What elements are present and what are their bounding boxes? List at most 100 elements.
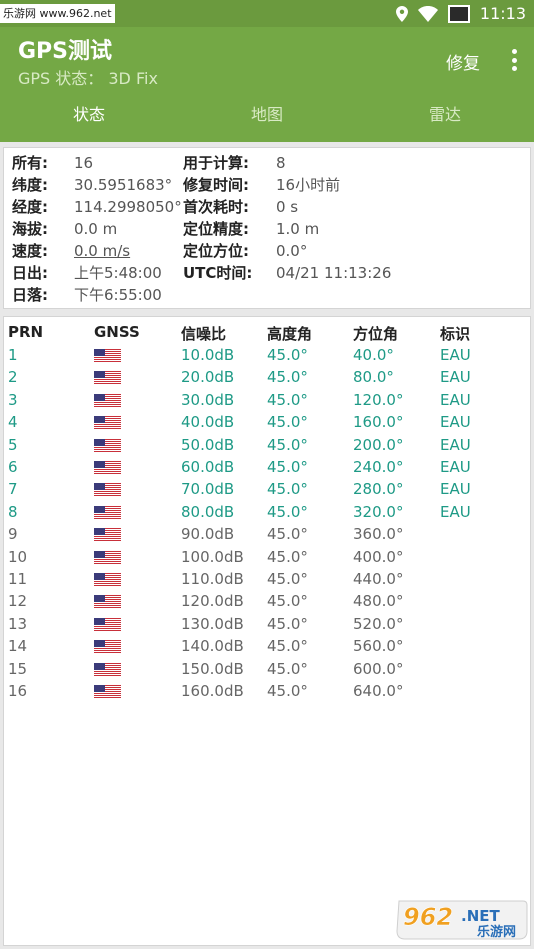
us-flag-icon bbox=[94, 438, 121, 453]
flags-cell: EAU bbox=[440, 368, 471, 387]
header-gnss: GNSS bbox=[94, 323, 140, 341]
tab-radar[interactable]: 雷达 bbox=[356, 97, 534, 139]
table-row: 7 70.0dB 45.0° 280.0° EAU bbox=[4, 478, 530, 500]
us-flag-icon bbox=[94, 662, 121, 677]
location-icon bbox=[395, 5, 408, 22]
prn-cell: 5 bbox=[8, 435, 18, 454]
flags-cell: EAU bbox=[440, 502, 471, 521]
us-flag-icon bbox=[94, 595, 121, 610]
elevation-cell: 45.0° bbox=[267, 570, 308, 588]
prn-cell: 4 bbox=[8, 413, 18, 432]
table-row: 16 160.0dB 45.0° 640.0° bbox=[4, 680, 530, 702]
table-row: 12 120.0dB 45.0° 480.0° bbox=[4, 590, 530, 612]
latitude-label: 纬度: bbox=[12, 176, 48, 194]
elevation-cell: 45.0° bbox=[267, 525, 308, 544]
fix-time-value: 16小时前 bbox=[276, 176, 341, 194]
table-row: 11 110.0dB 45.0° 440.0° bbox=[4, 568, 530, 590]
sunset-value: 下午6:55:00 bbox=[74, 286, 162, 304]
us-flag-icon bbox=[94, 617, 121, 632]
prn-cell: 6 bbox=[8, 458, 18, 476]
prn-cell: 2 bbox=[8, 368, 18, 387]
elevation-cell: 45.0° bbox=[267, 390, 308, 409]
sunset-label: 日落: bbox=[12, 286, 48, 304]
ttff-value: 0 s bbox=[276, 198, 299, 216]
logo-caption: 乐游网 bbox=[477, 924, 516, 940]
snr-cell: 90.0dB bbox=[181, 525, 235, 544]
more-options-icon[interactable] bbox=[510, 49, 518, 71]
fix-button[interactable]: 修复 bbox=[446, 49, 480, 74]
header-prn: PRN bbox=[8, 323, 44, 341]
snr-cell: 70.0dB bbox=[181, 480, 235, 499]
snr-cell: 40.0dB bbox=[181, 413, 235, 432]
tab-map[interactable]: 地图 bbox=[178, 97, 356, 139]
elevation-cell: 45.0° bbox=[267, 614, 308, 633]
snr-cell: 50.0dB bbox=[181, 435, 235, 454]
prn-cell: 12 bbox=[8, 592, 28, 611]
azimuth-cell: 200.0° bbox=[353, 435, 404, 454]
prn-cell: 9 bbox=[8, 525, 18, 544]
table-row: 6 60.0dB 45.0° 240.0° EAU bbox=[4, 456, 530, 478]
us-flag-icon bbox=[94, 393, 121, 408]
us-flag-icon bbox=[94, 550, 121, 565]
watermark-text: 乐游网 www.962.net bbox=[0, 4, 115, 23]
us-flag-icon bbox=[94, 416, 121, 431]
utc-time-label: UTC时间: bbox=[183, 264, 253, 282]
snr-cell: 120.0dB bbox=[181, 592, 244, 611]
status-icons: 11:13 bbox=[395, 0, 526, 27]
snr-cell: 60.0dB bbox=[181, 458, 235, 476]
table-row: 1 10.0dB 45.0° 40.0° EAU bbox=[4, 344, 530, 366]
header-flags: 标识 bbox=[440, 325, 471, 343]
altitude-value: 0.0 m bbox=[74, 220, 118, 238]
screenshot-icon bbox=[447, 4, 470, 23]
header-snr: 信噪比 bbox=[181, 325, 227, 343]
prn-cell: 13 bbox=[8, 614, 28, 633]
elevation-cell: 45.0° bbox=[267, 435, 308, 454]
elevation-cell: 45.0° bbox=[267, 682, 308, 700]
us-flag-icon bbox=[94, 685, 121, 699]
tab-bar: 状态 地图 雷达 bbox=[0, 97, 534, 139]
us-flag-icon bbox=[94, 573, 121, 587]
azimuth-cell: 40.0° bbox=[353, 346, 394, 364]
prn-cell: 16 bbox=[8, 682, 28, 700]
table-row: 10 100.0dB 45.0° 400.0° bbox=[4, 546, 530, 568]
elevation-cell: 45.0° bbox=[267, 502, 308, 521]
azimuth-cell: 240.0° bbox=[353, 458, 404, 476]
snr-cell: 10.0dB bbox=[181, 346, 235, 364]
satellites-in-view-label: 所有: bbox=[12, 154, 48, 172]
header-azimuth: 方位角 bbox=[353, 325, 399, 343]
prn-cell: 10 bbox=[8, 547, 28, 566]
sunrise-value: 上午5:48:00 bbox=[74, 264, 162, 282]
logo-brand: 962 bbox=[403, 903, 453, 931]
snr-cell: 30.0dB bbox=[181, 390, 235, 409]
prn-cell: 1 bbox=[8, 346, 18, 364]
snr-cell: 150.0dB bbox=[181, 659, 244, 678]
prn-cell: 7 bbox=[8, 480, 18, 499]
speed-value: 0.0 m/s bbox=[74, 242, 131, 260]
satellites-in-use-label: 用于计算: bbox=[183, 154, 249, 172]
elevation-cell: 45.0° bbox=[267, 592, 308, 611]
flags-cell: EAU bbox=[440, 458, 471, 476]
table-row: 3 30.0dB 45.0° 120.0° EAU bbox=[4, 389, 530, 411]
latitude-value: 30.5951683° bbox=[74, 176, 173, 194]
satellite-table: PRN GNSS 信噪比 高度角 方位角 标识 1 10.0dB 45.0° 40.0… bbox=[3, 316, 531, 946]
azimuth-cell: 80.0° bbox=[353, 368, 394, 387]
header-elevation: 高度角 bbox=[267, 325, 313, 343]
snr-cell: 110.0dB bbox=[181, 570, 244, 588]
satellites-in-use-value: 8 bbox=[276, 154, 286, 172]
table-row: 5 50.0dB 45.0° 200.0° EAU bbox=[4, 434, 530, 456]
tab-status[interactable]: 状态 bbox=[0, 97, 178, 139]
bearing-label: 定位方位: bbox=[183, 242, 249, 260]
flags-cell: EAU bbox=[440, 346, 471, 364]
elevation-cell: 45.0° bbox=[267, 547, 308, 566]
flags-cell: EAU bbox=[440, 390, 471, 409]
table-row: 2 20.0dB 45.0° 80.0° EAU bbox=[4, 366, 530, 388]
azimuth-cell: 120.0° bbox=[353, 390, 404, 409]
logo-suffix: .NET bbox=[461, 907, 500, 925]
status-bar: 乐游网 www.962.net 11:13 bbox=[0, 0, 534, 27]
accuracy-value: 1.0 m bbox=[276, 220, 320, 238]
flags-cell: EAU bbox=[440, 480, 471, 499]
snr-cell: 80.0dB bbox=[181, 502, 235, 521]
azimuth-cell: 440.0° bbox=[353, 570, 404, 588]
snr-cell: 130.0dB bbox=[181, 614, 244, 633]
utc-time-value: 04/21 11:13:26 bbox=[276, 264, 392, 282]
